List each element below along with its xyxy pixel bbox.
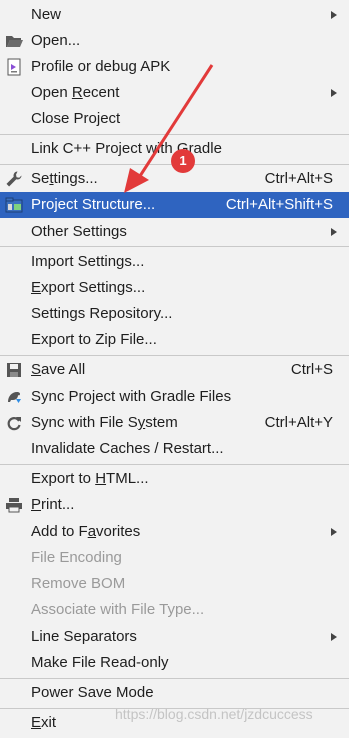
menu-item-close-project[interactable]: Close Project <box>0 106 349 132</box>
file-menu: New Open... Profile or debug APK Open Re… <box>0 0 349 738</box>
menu-item-label: Remove BOM <box>31 575 126 592</box>
menu-separator <box>0 355 349 356</box>
menu-item-import-settings[interactable]: Import Settings... <box>0 249 349 275</box>
menu-shortcut: Ctrl+S <box>290 361 333 378</box>
menu-item-save-all[interactable]: Save All Ctrl+S <box>0 357 349 383</box>
menu-item-label: Sync Project with Gradle Files <box>31 388 232 405</box>
menu-shortcut: Ctrl+Alt+Y <box>264 414 333 431</box>
menu-item-export-html[interactable]: Export to HTML... <box>0 466 349 492</box>
menu-item-power-save-mode[interactable]: Power Save Mode <box>0 680 349 706</box>
save-icon <box>5 361 23 379</box>
menu-item-label: Other Settings <box>31 223 127 240</box>
menu-shortcut: Ctrl+Alt+S <box>264 170 333 187</box>
menu-separator <box>0 134 349 135</box>
menu-item-new[interactable]: New <box>0 2 349 28</box>
menu-item-file-encoding: File Encoding <box>0 545 349 571</box>
refresh-icon <box>5 414 23 432</box>
menu-item-export-zip[interactable]: Export to Zip File... <box>0 327 349 353</box>
submenu-arrow-icon <box>331 633 337 641</box>
printer-icon <box>5 496 23 514</box>
menu-item-label: Exit <box>31 714 57 731</box>
menu-item-label: New <box>31 6 62 23</box>
project-structure-icon <box>5 196 23 214</box>
menu-separator <box>0 678 349 679</box>
menu-item-label: Save All <box>31 361 86 378</box>
menu-item-sync-gradle[interactable]: Sync Project with Gradle Files <box>0 384 349 410</box>
menu-item-line-separators[interactable]: Line Separators <box>0 624 349 650</box>
apk-profile-icon <box>5 58 23 76</box>
menu-item-export-settings[interactable]: Export Settings... <box>0 275 349 301</box>
watermark-text: https://blog.csdn.net/jzdcuccess <box>115 706 313 722</box>
menu-shortcut: Ctrl+Alt+Shift+S <box>225 196 333 213</box>
menu-item-label: Print... <box>31 496 75 513</box>
menu-item-label: Export Settings... <box>31 279 146 296</box>
menu-separator <box>0 246 349 247</box>
menu-item-label: Add to Favorites <box>31 523 141 540</box>
submenu-arrow-icon <box>331 11 337 19</box>
menu-item-other-settings[interactable]: Other Settings <box>0 219 349 245</box>
folder-open-icon <box>5 32 23 50</box>
gradle-sync-icon <box>5 388 23 406</box>
menu-item-label: Make File Read-only <box>31 654 169 671</box>
submenu-arrow-icon <box>331 89 337 97</box>
menu-item-remove-bom: Remove BOM <box>0 571 349 597</box>
menu-item-make-read-only[interactable]: Make File Read-only <box>0 650 349 676</box>
menu-item-open[interactable]: Open... <box>0 28 349 54</box>
menu-item-associate-file-type: Associate with File Type... <box>0 597 349 623</box>
menu-item-project-structure[interactable]: Project Structure... Ctrl+Alt+Shift+S <box>0 192 349 218</box>
menu-item-invalidate-caches[interactable]: Invalidate Caches / Restart... <box>0 436 349 462</box>
menu-item-label: Project Structure... <box>31 196 156 213</box>
menu-item-add-to-favorites[interactable]: Add to Favorites <box>0 519 349 545</box>
menu-item-label: Profile or debug APK <box>31 58 171 75</box>
menu-item-label: Close Project <box>31 110 121 127</box>
submenu-arrow-icon <box>331 528 337 536</box>
menu-item-label: Power Save Mode <box>31 684 154 701</box>
annotation-badge: 1 <box>171 149 195 173</box>
menu-item-label: Line Separators <box>31 628 137 645</box>
menu-item-label: Invalidate Caches / Restart... <box>31 440 224 457</box>
menu-item-print[interactable]: Print... <box>0 492 349 518</box>
menu-item-label: Associate with File Type... <box>31 601 205 618</box>
menu-item-settings-repository[interactable]: Settings Repository... <box>0 301 349 327</box>
menu-item-label: File Encoding <box>31 549 122 566</box>
menu-item-label: Export to Zip File... <box>31 331 157 348</box>
menu-item-profile-debug-apk[interactable]: Profile or debug APK <box>0 54 349 80</box>
menu-separator <box>0 464 349 465</box>
submenu-arrow-icon <box>331 228 337 236</box>
menu-item-sync-file-system[interactable]: Sync with File System Ctrl+Alt+Y <box>0 410 349 436</box>
wrench-icon <box>5 170 23 188</box>
menu-item-label: Export to HTML... <box>31 470 149 487</box>
menu-item-label: Open Recent <box>31 84 120 101</box>
menu-item-label: Import Settings... <box>31 253 145 270</box>
menu-item-label: Sync with File System <box>31 414 178 431</box>
menu-item-label: Settings... <box>31 170 98 187</box>
menu-item-label: Settings Repository... <box>31 305 173 322</box>
menu-item-open-recent[interactable]: Open Recent <box>0 80 349 106</box>
menu-item-label: Open... <box>31 32 81 49</box>
